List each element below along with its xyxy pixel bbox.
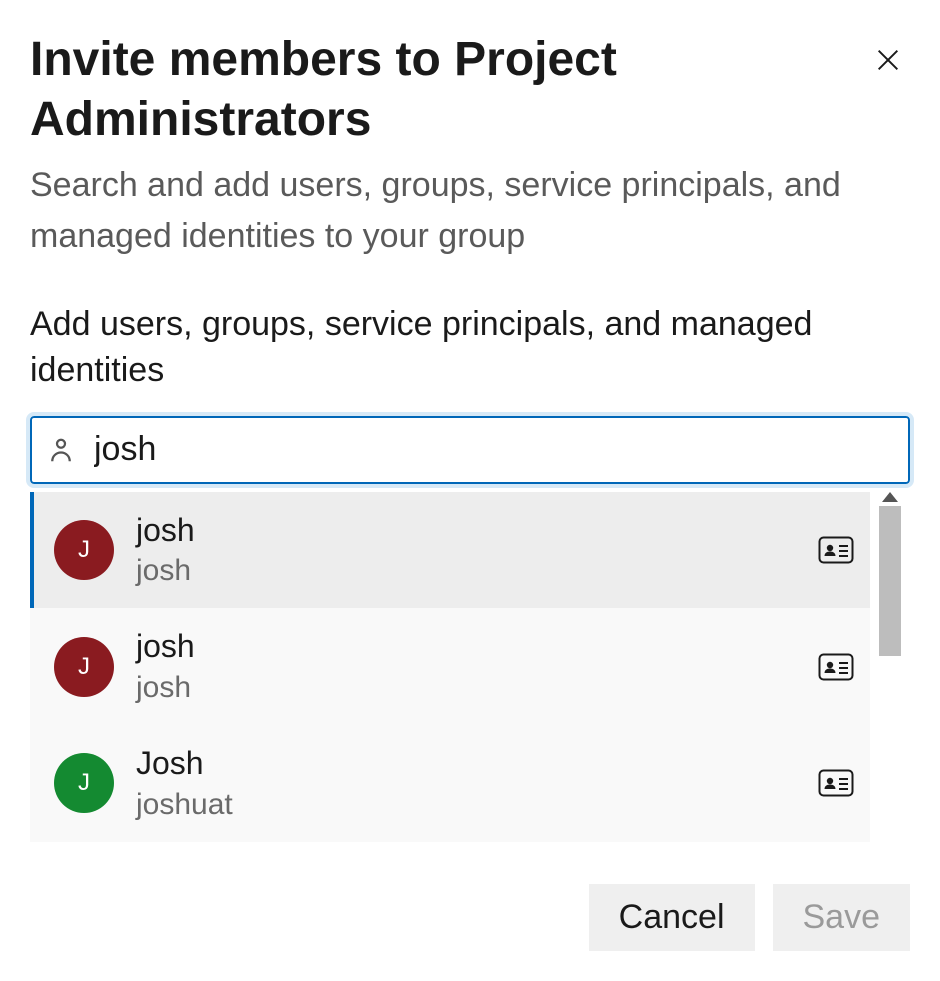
close-button[interactable] xyxy=(866,38,910,85)
avatar: J xyxy=(54,637,114,697)
result-name: josh xyxy=(136,626,796,668)
dialog-header: Invite members to Project Administrators xyxy=(30,30,910,160)
save-button[interactable]: Save xyxy=(773,884,911,951)
results-list: Jjoshjosh Jjoshjosh JJoshjoshuat xyxy=(30,492,870,844)
dialog-footer: Cancel Save xyxy=(0,844,940,981)
scroll-track[interactable] xyxy=(879,506,901,844)
search-field-label: Add users, groups, service principals, a… xyxy=(30,302,850,394)
result-text: joshjosh xyxy=(136,510,796,591)
search-input-container[interactable] xyxy=(30,416,910,484)
result-sub: josh xyxy=(136,551,796,590)
scroll-up-arrow-icon[interactable] xyxy=(882,492,898,502)
dialog-title: Invite members to Project Administrators xyxy=(30,30,780,150)
search-input[interactable] xyxy=(92,418,894,482)
contact-card-icon[interactable] xyxy=(818,653,854,681)
result-text: joshjosh xyxy=(136,626,796,707)
result-item[interactable]: Jjoshjosh xyxy=(30,492,870,609)
close-icon xyxy=(874,62,902,77)
result-sub: josh xyxy=(136,668,796,707)
scroll-thumb[interactable] xyxy=(879,506,901,656)
contact-card-icon[interactable] xyxy=(818,536,854,564)
cancel-button[interactable]: Cancel xyxy=(589,884,755,951)
invite-members-dialog: Invite members to Project Administrators… xyxy=(0,0,940,844)
result-text: Joshjoshuat xyxy=(136,743,796,824)
contact-card-icon[interactable] xyxy=(818,769,854,797)
person-icon xyxy=(46,435,76,465)
search-field: Jjoshjosh Jjoshjosh JJoshjoshuat xyxy=(30,416,910,844)
search-results-dropdown: Jjoshjosh Jjoshjosh JJoshjoshuat xyxy=(30,492,910,844)
result-sub: joshuat xyxy=(136,785,796,824)
result-item[interactable]: Jjoshjosh xyxy=(30,608,870,725)
dialog-subtitle: Search and add users, groups, service pr… xyxy=(30,160,850,262)
result-name: Josh xyxy=(136,743,796,785)
result-item[interactable]: J Joshjoshuat xyxy=(30,725,870,842)
avatar: J xyxy=(54,753,114,813)
scrollbar[interactable] xyxy=(870,492,910,844)
result-name: josh xyxy=(136,510,796,552)
avatar: J xyxy=(54,520,114,580)
